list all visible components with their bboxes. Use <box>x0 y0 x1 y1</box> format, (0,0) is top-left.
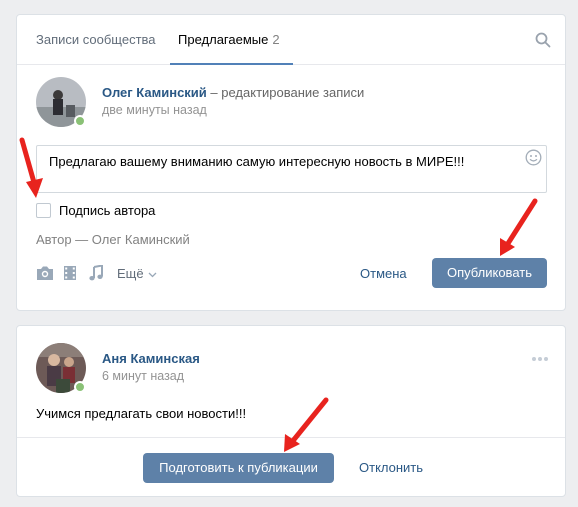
tab-community-records[interactable]: Записи сообщества <box>36 15 156 65</box>
decline-button[interactable]: Отклонить <box>359 460 423 475</box>
tab-suggested[interactable]: Предлагаемые 2 <box>178 15 280 65</box>
search-icon[interactable] <box>535 32 551 48</box>
author-name-text: Олег Каминский <box>102 85 207 100</box>
suggested-post-card: Аня Каминская 6 минут назад Учимся предл… <box>16 325 566 497</box>
video-icon[interactable] <box>63 265 77 281</box>
suggest-editor-card: Записи сообщества Предлагаемые 2 Олег Кам… <box>16 14 566 311</box>
post-textarea[interactable]: Предлагаю вашему вниманию самую интересн… <box>36 145 547 193</box>
post-text: Учимся предлагать свои новости!!! <box>36 406 247 421</box>
online-indicator <box>74 115 86 127</box>
publish-button[interactable]: Опубликовать <box>432 258 547 288</box>
author-signature-label[interactable]: Подпись автора <box>59 203 155 218</box>
camera-icon[interactable] <box>36 265 54 281</box>
author-signature-checkbox[interactable] <box>36 203 51 218</box>
music-icon[interactable] <box>89 265 104 281</box>
tab-community-records-label: Записи сообщества <box>36 32 156 47</box>
post-text: Предлагаю вашему вниманию самую интересн… <box>49 154 465 169</box>
cancel-button[interactable]: Отмена <box>360 266 407 281</box>
author-line: Автор — Олег Каминский <box>36 232 190 247</box>
more-options-icon[interactable] <box>531 356 549 362</box>
author-name[interactable]: Олег Каминский – редактирование записи <box>102 85 364 100</box>
tab-suggested-label: Предлагаемые <box>178 32 269 47</box>
author-action: – редактирование записи <box>206 85 365 100</box>
tabs-bar: Записи сообщества Предлагаемые 2 <box>17 15 565 65</box>
active-tab-underline <box>170 63 293 65</box>
author-name[interactable]: Аня Каминская <box>102 351 200 366</box>
post-footer-divider <box>17 437 565 438</box>
more-attachments-dropdown[interactable]: Ещё <box>117 266 157 281</box>
chevron-down-icon <box>148 266 157 281</box>
post-time: 6 минут назад <box>102 369 185 383</box>
online-indicator <box>74 381 86 393</box>
prepare-for-publication-button[interactable]: Подготовить к публикации <box>143 453 334 483</box>
emoji-icon[interactable] <box>525 149 542 166</box>
post-time: две минуты назад <box>102 103 207 117</box>
tab-suggested-count: 2 <box>272 32 280 47</box>
more-attachments-label: Ещё <box>117 266 144 281</box>
